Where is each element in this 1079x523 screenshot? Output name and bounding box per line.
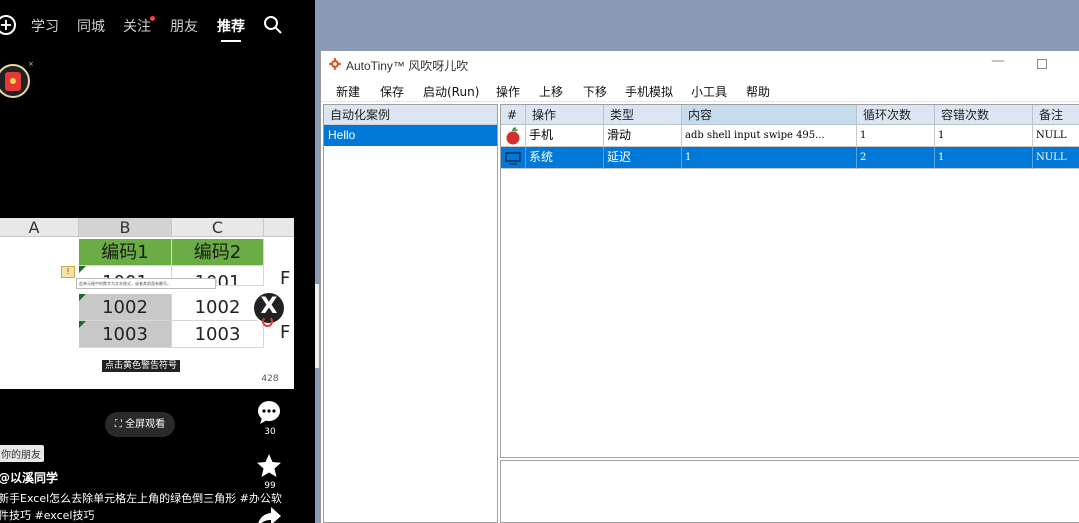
nav-study[interactable]: 学习 [31, 16, 59, 36]
window-title: AutoTiny™ 风吹呀儿吹 [346, 59, 469, 73]
warning-tooltip: 此单元格中的数字为文本格式，或者其前面有撇号。 [76, 278, 216, 289]
menu-tools[interactable]: 小工具 [691, 83, 727, 100]
nav-local[interactable]: 同城 [77, 16, 105, 36]
log-pane[interactable] [500, 460, 1079, 523]
column-header-op: 操作 [526, 105, 604, 125]
cell-op: 系统 [526, 147, 604, 169]
column-header-index: # [501, 105, 526, 125]
monitor-icon [501, 147, 526, 169]
menu-move-up[interactable]: 上移 [539, 83, 563, 100]
case-list: 自动化案例 Hello [323, 104, 498, 523]
video-app: + 学习 同城 关注 朋友 推荐 × A B C 编码1 编码2 1001 10… [0, 0, 294, 523]
undo-icon [262, 316, 273, 327]
fullscreen-button[interactable]: ⛶ 全屏观看 [105, 412, 175, 437]
app-logo-icon [329, 58, 341, 70]
cell-b4: 1003 [79, 321, 172, 348]
cell-content: adb shell input swipe 495... [682, 125, 857, 147]
column-header-b: B [79, 218, 172, 237]
cell-b3: 1002 [79, 294, 172, 321]
menu-move-down[interactable]: 下移 [583, 83, 607, 100]
menu-phone-sim[interactable]: 手机模拟 [625, 83, 673, 100]
cell-tolerance: 1 [935, 125, 1033, 147]
warning-icon: ! [61, 266, 75, 278]
comment-count: 30 [264, 427, 276, 437]
cell-loops: 1 [857, 125, 935, 147]
comment-icon[interactable] [256, 399, 282, 425]
cell-c1: 编码2 [172, 239, 264, 266]
cell-note: NULL [1033, 147, 1079, 169]
like-count: 428 [261, 374, 279, 384]
friend-tag: 你的朋友 [0, 445, 44, 462]
cell-b1: 编码1 [79, 239, 172, 266]
step-table: # 操作 类型 内容 循环次数 容错次数 备注 手机 滑动 adb shell … [500, 104, 1079, 458]
autotiny-window: AutoTiny™ 风吹呀儿吹 — 新建 保存 启动(Run) 操作 上移 下移… [320, 51, 1079, 523]
nav-friends[interactable]: 朋友 [170, 16, 198, 36]
video-description: 新手Excel怎么去除单元格左上角的绿色倒三角形 #办公软件技巧 #excel技… [0, 492, 282, 522]
column-header-a: A [0, 218, 79, 237]
top-nav: + 学习 同城 关注 朋友 推荐 [0, 14, 294, 42]
column-header-c: C [172, 218, 264, 237]
cell-content: 1 [682, 147, 857, 169]
cell-c3: 1002 [172, 294, 264, 321]
column-header-content: 内容 [682, 105, 857, 125]
red-packet-icon[interactable] [0, 64, 30, 98]
star-icon[interactable] [256, 453, 282, 479]
menu-run[interactable]: 启动(Run) [423, 83, 479, 100]
cell-f-label: F [280, 322, 291, 343]
screen: + 学习 同城 关注 朋友 推荐 × A B C 编码1 编码2 1001 10… [0, 0, 1079, 523]
nav-recommend[interactable]: 推荐 [217, 16, 245, 42]
add-icon[interactable]: + [0, 15, 16, 35]
fullscreen-icon: ⛶ [114, 419, 126, 430]
cell-f-label: F [280, 268, 291, 289]
phone-border [294, 0, 315, 523]
fullscreen-label: 全屏观看 [125, 419, 166, 430]
column-header-d [264, 218, 294, 237]
menu-new[interactable]: 新建 [336, 83, 360, 100]
menu-operation[interactable]: 操作 [496, 83, 520, 100]
cell-op: 手机 [526, 125, 604, 147]
nav-following[interactable]: 关注 [123, 16, 151, 36]
apple-icon [501, 125, 526, 147]
notification-dot [150, 16, 155, 21]
case-list-header: 自动化案例 [324, 105, 497, 125]
column-header-type: 类型 [604, 105, 682, 125]
cell-type: 滑动 [604, 125, 682, 147]
menu-help[interactable]: 帮助 [746, 83, 770, 100]
author-name[interactable]: @以溪同学 [0, 469, 58, 486]
video-caption: 点击黄色警告符号 [102, 360, 181, 372]
column-header-tolerance: 容错次数 [935, 105, 1033, 125]
menu-bar: 新建 保存 启动(Run) 操作 上移 下移 手机模拟 小工具 帮助 [321, 78, 1079, 102]
case-item-hello[interactable]: Hello [324, 125, 497, 146]
cell-tolerance: 1 [935, 147, 1033, 169]
title-bar: AutoTiny™ 风吹呀儿吹 — [321, 51, 1079, 78]
menu-save[interactable]: 保存 [380, 83, 404, 100]
cell-loops: 2 [857, 147, 935, 169]
maximize-icon[interactable] [1037, 59, 1047, 69]
minimize-icon[interactable]: — [991, 53, 1005, 69]
table-row-selected[interactable]: 系统 延迟 1 2 1 NULL [501, 147, 1079, 169]
video-frame[interactable]: A B C 编码1 编码2 1001 1001 ! 此单元格中的数字为文本格式，… [0, 218, 294, 389]
cell-note: NULL [1033, 125, 1079, 147]
column-header-note: 备注 [1033, 105, 1079, 125]
close-icon[interactable]: × [28, 60, 34, 68]
column-header-loops: 循环次数 [857, 105, 935, 125]
cell-c4: 1003 [172, 321, 264, 348]
table-row[interactable]: 手机 滑动 adb shell input swipe 495... 1 1 N… [501, 125, 1079, 147]
search-icon[interactable] [263, 15, 283, 35]
cell-type: 延迟 [604, 147, 682, 169]
